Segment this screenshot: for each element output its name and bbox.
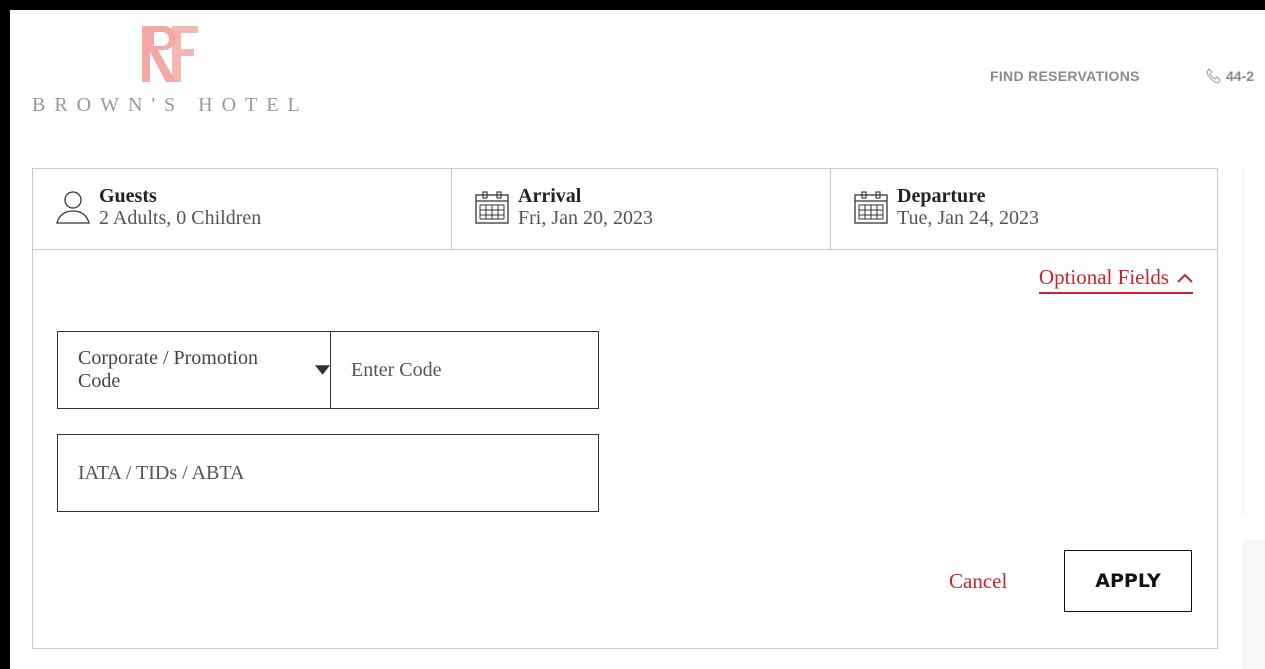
page: BROWN'S HOTEL FIND RESERVATIONS 44-2 Gue… <box>10 10 1265 669</box>
arrival-selector[interactable]: Arrival Fri, Jan 20, 2023 <box>452 169 831 249</box>
side-panel-edge-lower <box>1242 540 1265 669</box>
side-panel-edge <box>1242 170 1265 515</box>
chevron-up-icon <box>1177 273 1193 283</box>
cancel-button[interactable]: Cancel <box>949 569 1007 594</box>
booking-panel: Guests 2 Adults, 0 Children Arrival Fri,… <box>32 168 1218 649</box>
departure-selector[interactable]: Departure Tue, Jan 24, 2023 <box>831 169 1217 249</box>
guests-selector[interactable]: Guests 2 Adults, 0 Children <box>33 169 452 249</box>
iata-input[interactable] <box>58 435 598 511</box>
caret-down-icon <box>314 365 330 375</box>
brand-name: BROWN'S HOTEL <box>32 94 309 116</box>
promo-type-label: Corporate / Promotion Code <box>78 347 258 392</box>
phone-number: 44-2 <box>1226 68 1255 84</box>
guests-value: 2 Adults, 0 Children <box>99 207 262 229</box>
calendar-icon <box>475 191 509 224</box>
departure-title: Departure <box>897 185 986 207</box>
booking-summary: Guests 2 Adults, 0 Children Arrival Fri,… <box>33 169 1217 250</box>
calendar-icon <box>854 191 888 224</box>
optional-fields-label: Optional Fields <box>1038 265 1169 289</box>
phone-link[interactable]: 44-2 <box>1206 68 1254 84</box>
phone-icon <box>1206 68 1221 84</box>
optional-fields-toggle[interactable]: Optional Fields <box>1038 265 1193 294</box>
user-icon <box>56 191 90 224</box>
promo-type-select[interactable]: Corporate / Promotion Code <box>58 332 331 408</box>
guests-title: Guests <box>99 185 157 207</box>
find-reservations-link[interactable]: FIND RESERVATIONS <box>990 68 1140 84</box>
apply-button[interactable]: APPLY <box>1064 550 1192 612</box>
arrival-title: Arrival <box>518 185 582 207</box>
hotel-logo[interactable] <box>140 22 200 86</box>
arrival-value: Fri, Jan 20, 2023 <box>518 207 653 229</box>
promo-code-row: Corporate / Promotion Code <box>57 331 599 409</box>
departure-value: Tue, Jan 24, 2023 <box>897 207 1040 229</box>
iata-field <box>57 434 599 512</box>
promo-code-input[interactable] <box>331 332 598 408</box>
